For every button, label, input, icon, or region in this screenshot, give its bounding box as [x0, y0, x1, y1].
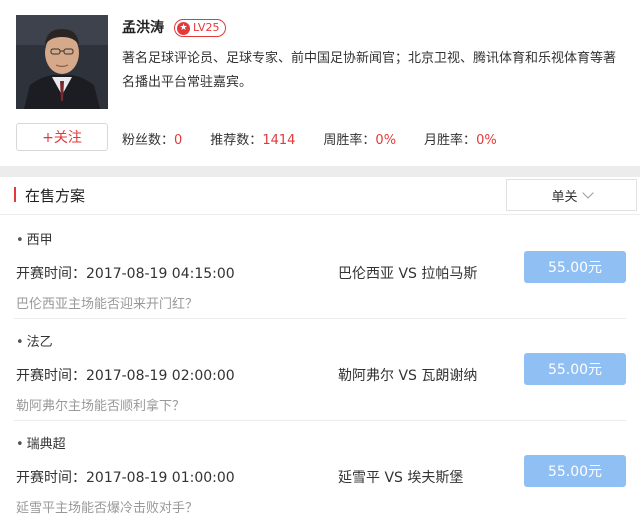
match-teams: 勒阿弗尔 VS 瓦朗谢纳: [338, 368, 478, 384]
stat-value: 1414: [262, 133, 296, 148]
plans-section: 在售方案 单关 西甲 开赛时间：2017-08-19 04:15:00 巴伦西亚…: [0, 177, 640, 523]
league-name: 法乙: [16, 331, 53, 350]
stat-fans: 粉丝数：0: [122, 129, 182, 148]
level-text: LV25: [193, 21, 220, 34]
expert-profile-card: 孟洪涛 ★ LV25 著名足球评论员、足球专家、前中国足协新闻官；北京卫视、腾讯…: [0, 0, 640, 166]
chevron-down-icon: [581, 187, 594, 199]
section-title: 在售方案: [25, 187, 86, 205]
match-teams: 延雪平 VS 埃夫斯堡: [338, 470, 464, 486]
price-button[interactable]: 55.00元: [524, 455, 626, 487]
plan-question[interactable]: 延雪平主场能否爆冷击败对手？: [16, 497, 198, 516]
plan-type-dropdown[interactable]: 单关: [506, 179, 637, 211]
plan-item[interactable]: 瑞典超 开赛时间：2017-08-19 01:00:00 延雪平 VS 埃夫斯堡…: [0, 421, 640, 523]
stat-value: 0%: [375, 133, 397, 148]
stat-label: 推荐数：: [210, 133, 263, 148]
stat-weekly-win-rate: 周胜率：0%: [323, 129, 396, 148]
plan-question[interactable]: 勒阿弗尔主场能否顺利拿下？: [16, 395, 185, 414]
stat-label: 月胜率：: [424, 133, 477, 148]
avatar-photo: [16, 15, 108, 109]
section-accent-bar: [14, 187, 16, 202]
expert-bio: 著名足球评论员、足球专家、前中国足协新闻官；北京卫视、腾讯体育和乐视体育等著名播…: [122, 51, 617, 90]
kickoff-time: 开赛时间：2017-08-19 04:15:00: [16, 266, 235, 282]
plan-item[interactable]: 西甲 开赛时间：2017-08-19 04:15:00 巴伦西亚 VS 拉帕马斯…: [0, 217, 640, 319]
level-badge: ★ LV25: [174, 19, 227, 37]
stat-recommendations: 推荐数：1414: [210, 129, 295, 148]
expert-stats: 粉丝数：0 推荐数：1414 周胜率：0% 月胜率：0%: [122, 129, 525, 148]
league-name: 西甲: [16, 229, 53, 248]
stat-label: 周胜率：: [323, 133, 376, 148]
kickoff-time: 开赛时间：2017-08-19 01:00:00: [16, 470, 235, 486]
stat-value: 0: [174, 133, 183, 148]
page: 孟洪涛 ★ LV25 著名足球评论员、足球专家、前中国足协新闻官；北京卫视、腾讯…: [0, 0, 640, 523]
kickoff-time: 开赛时间：2017-08-19 02:00:00: [16, 368, 235, 384]
plan-item[interactable]: 法乙 开赛时间：2017-08-19 02:00:00 勒阿弗尔 VS 瓦朗谢纳…: [0, 319, 640, 421]
follow-button[interactable]: +关注: [16, 123, 108, 151]
stat-monthly-win-rate: 月胜率：0%: [424, 129, 497, 148]
stat-label: 粉丝数：: [122, 133, 175, 148]
dropdown-selected-value: 单关: [551, 189, 578, 205]
plans-header: 在售方案 单关: [0, 177, 640, 215]
star-icon: ★: [177, 21, 190, 35]
avatar[interactable]: [16, 15, 108, 109]
expert-name: 孟洪涛: [122, 20, 164, 36]
plan-question[interactable]: 巴伦西亚主场能否迎来开门红？: [16, 293, 198, 312]
league-name: 瑞典超: [16, 433, 66, 452]
stat-value: 0%: [476, 133, 497, 148]
match-teams: 巴伦西亚 VS 拉帕马斯: [338, 266, 478, 282]
price-button[interactable]: 55.00元: [524, 251, 626, 283]
price-button[interactable]: 55.00元: [524, 353, 626, 385]
